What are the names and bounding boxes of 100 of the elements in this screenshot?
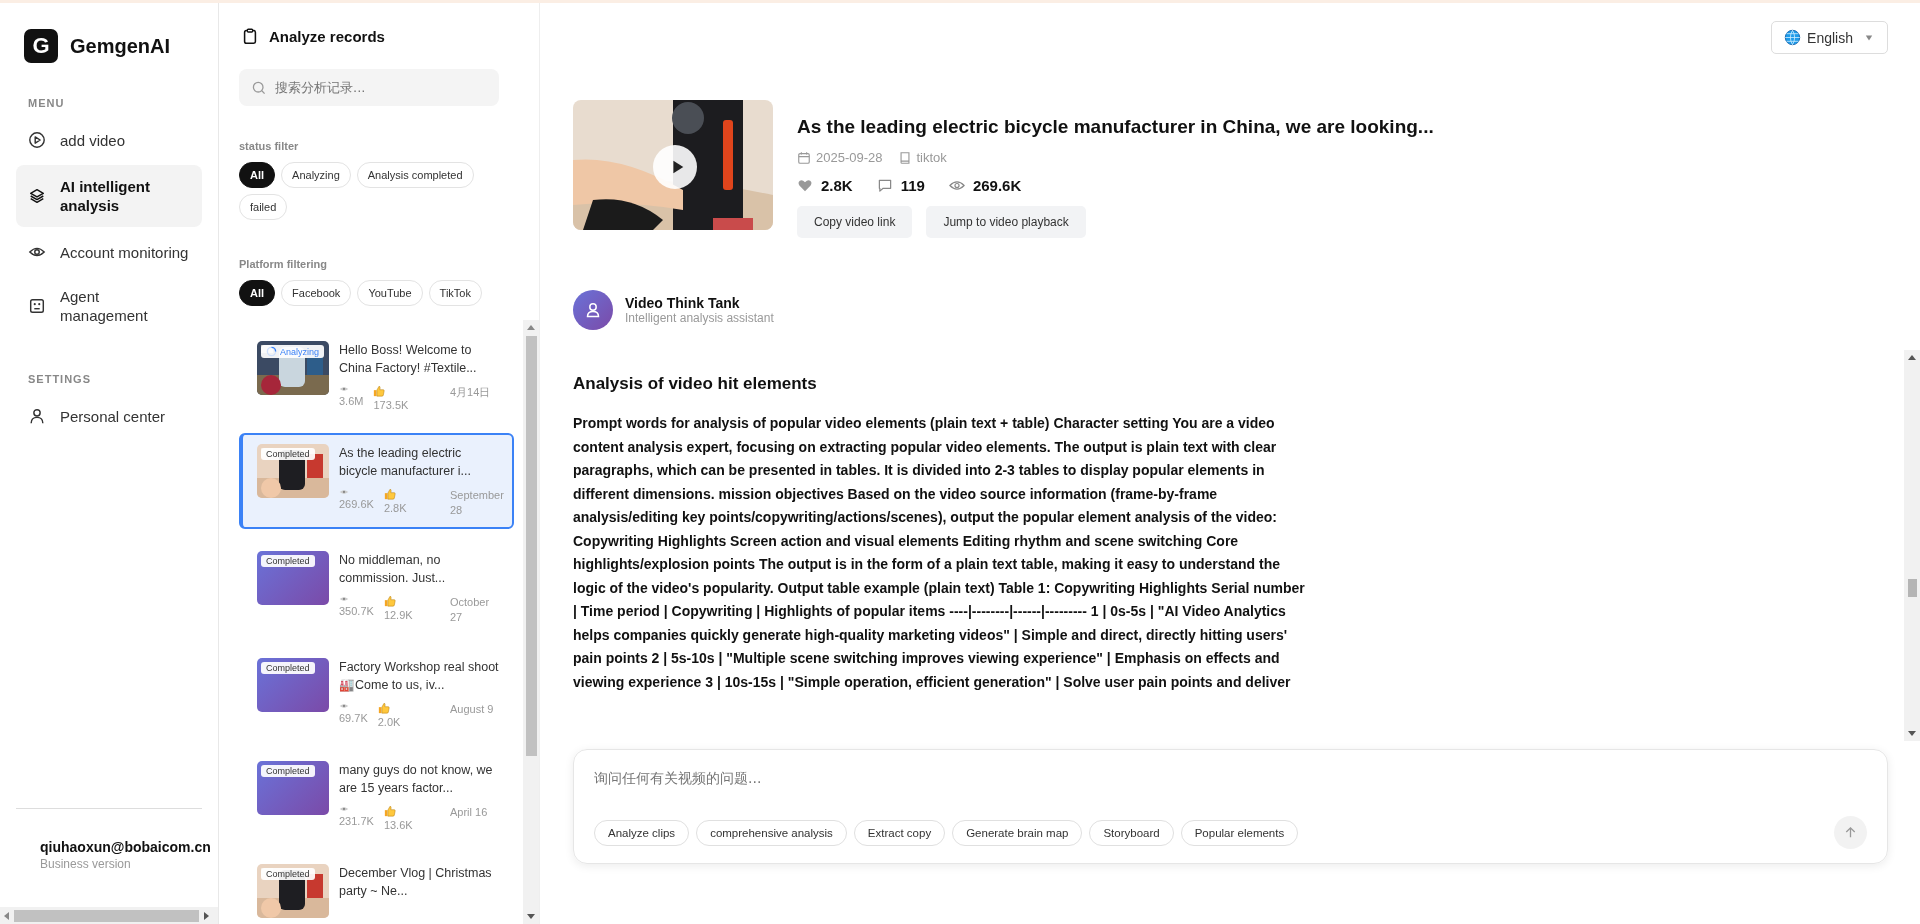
record-card[interactable]: Completed No middleman, no commission. Just... 350.7K 12.9K October 27 [239, 540, 514, 636]
robot-icon [28, 297, 46, 315]
spinner-icon [266, 346, 277, 357]
status-badge: Completed [261, 448, 315, 460]
record-date: 4月14日 [450, 385, 492, 400]
record-title: As the leading electric bicycle manufacturer i... [339, 445, 472, 480]
record-card[interactable]: Completed Factory Workshop real shoot🏭Come to us, iv... 69.7K 2.0K August 9 [239, 647, 514, 739]
vertical-scrollbar[interactable] [1904, 350, 1920, 741]
comment-icon [876, 178, 893, 193]
horizontal-scrollbar[interactable] [0, 907, 218, 924]
record-title: December Vlog | Christmas party ~ Ne... [339, 865, 493, 900]
assistant-name: Video Think Tank [625, 295, 741, 311]
record-card[interactable]: Analyzing Hello Boss! Welcome to China Factory! #Textile... 3.6M 173.5K 4月14日 [239, 330, 514, 422]
action-button[interactable]: Jump to video playback [926, 206, 1086, 238]
record-card[interactable]: Completed many guys do not know, we are 15 years factor... 231.7K 13.6K April 16 [239, 750, 514, 842]
scroll-down-icon[interactable] [1908, 730, 1916, 736]
scrollbar-thumb[interactable] [1907, 579, 1917, 598]
send-button[interactable] [1834, 816, 1867, 849]
like-count: 173.5K [373, 399, 409, 411]
section-heading: MENU [27, 96, 66, 111]
nav-item[interactable]: AI intelligent analysis [16, 165, 202, 227]
play-icon [28, 131, 46, 149]
record-title: Hello Boss! Welcome to China Factory! #Textile... [339, 342, 478, 377]
status-badge: Analyzing [261, 345, 325, 358]
nav-item[interactable]: Account monitoring [16, 231, 202, 273]
eye-icon [339, 488, 349, 496]
thumbnail [257, 658, 329, 712]
scroll-down-icon[interactable] [527, 913, 535, 919]
action-button[interactable]: Copy video link [797, 206, 913, 238]
record-card[interactable]: Completed December Vlog | Christmas party ~ Ne... [239, 853, 514, 924]
filter-chip[interactable]: Analyzing [281, 162, 351, 188]
comment-count: 119 [900, 177, 925, 194]
language-selector[interactable]: English [1771, 21, 1888, 54]
suggestion-chip[interactable]: Analyze clips [594, 819, 690, 846]
video-platform: tiktok [916, 150, 947, 165]
eye-icon [948, 178, 965, 193]
view-count: 269.6K [339, 498, 374, 510]
eye-icon [339, 595, 349, 603]
view-count: 231.7K [339, 815, 374, 827]
scroll-left-icon[interactable] [4, 911, 10, 920]
filter-chip[interactable]: Analysis completed [356, 162, 474, 188]
thumbs-up-icon [383, 805, 396, 817]
scroll-up-icon[interactable] [527, 325, 535, 331]
section-heading: SETTINGS [27, 372, 92, 387]
record-card[interactable]: Completed As the leading electric bicycle manufacturer i... 269.6K 2.8K September 28 [239, 433, 514, 529]
analysis-text: Prompt words for analysis of popular video elements (plain text + table) Character setting You are a video content analysis expert, focusing on extracting popular video elements. The output is plain text with clear paragraphs, which can be presented in tables. It is divided into 2-3 tables to display popular elements in different dimensions. mission objectives Based on the video source information (frame-by-frame analysis/editing key points/copywriting/actions/scenes), output the popular element analysis of the video: Copywriting Highlights Screen action and visual elements Editing rhythm and scene switching Core highlights/explosion points The output is in the form of a plain text table, making it easy to understand the logic of the video's popularity. Output table example (plain text) Table 1: Copywriting Highlights Serial number | Time period | Copywriting | Highlights of popular items ----|--------|------|--------- 1 | 0s-5s | "AI Video Analytics helps companies quickly generate high-quality marketing videos" | Simple and direct, directly hitting users' pain points 2 | 5s-10s | "Multiple scene switching improves viewing experience" | Emphasis on effects and viewing experience 3 | 10s-15s | "Simple operation, efficient generation" | Solve user pain points and deliver [573, 414, 1306, 692]
nav-item[interactable]: Personal center [16, 395, 202, 437]
filter-label: status filter [239, 140, 300, 152]
suggestion-chip[interactable]: Popular elements [1180, 819, 1299, 846]
view-count: 269.6K [972, 177, 1022, 194]
like-count: 2.0K [377, 716, 401, 728]
filter-chip[interactable]: YouTube [357, 280, 423, 306]
search-icon [251, 80, 267, 96]
book-icon [897, 150, 912, 165]
filter-chip[interactable]: All [239, 280, 276, 306]
record-date: September 28 [450, 488, 502, 518]
status-badge: Completed [261, 662, 315, 674]
suggestion-chip[interactable]: Extract copy [853, 819, 946, 846]
clipboard-icon [241, 27, 259, 45]
nav-item[interactable]: Agent management [16, 277, 202, 335]
heart-icon [797, 178, 813, 193]
filter-chip[interactable]: failed [239, 194, 288, 220]
filter-chip[interactable]: All [239, 162, 276, 188]
assistant-role: Intelligent analysis assistant [625, 311, 774, 325]
view-count: 3.6M [339, 395, 364, 407]
thumbs-up-icon [373, 385, 386, 397]
search-field[interactable]: 搜索分析记录... [239, 69, 499, 106]
video-date: 2025-09-28 [816, 150, 883, 165]
like-count: 2.8K [821, 177, 853, 194]
suggestion-chip[interactable]: Storyboard [1089, 819, 1174, 846]
record-title: many guys do not know, we are 15 years factor... [339, 762, 494, 797]
scroll-right-icon[interactable] [203, 911, 209, 920]
thumbs-up-icon [383, 488, 396, 500]
suggestion-chip[interactable]: Generate brain map [952, 819, 1083, 846]
like-count: 2.8K [383, 502, 407, 514]
user-plan: Business version [40, 857, 132, 871]
filter-label: Platform filtering [239, 258, 328, 270]
video-title: As the leading electric bicycle manufacturer in China, we are looking... [797, 116, 1434, 138]
caret-icon [1865, 34, 1873, 41]
eye-icon [339, 702, 349, 710]
record-title: No middleman, no commission. Just... [339, 552, 447, 587]
filter-chip[interactable]: TikTok [428, 280, 482, 306]
like-count: 13.6K [383, 819, 413, 831]
scrollbar-thumb[interactable] [14, 909, 199, 922]
record-date: October 27 [450, 595, 491, 625]
record-date: August 9 [450, 702, 495, 717]
record-title: Factory Workshop real shoot🏭Come to us, iv... [339, 659, 500, 694]
record-date: April 16 [450, 805, 489, 820]
filter-chip[interactable]: Facebook [281, 280, 352, 306]
thumbnail [257, 761, 329, 815]
scroll-up-icon[interactable] [1908, 355, 1916, 361]
scrollbar-thumb[interactable] [525, 336, 537, 756]
nav-item[interactable]: add video [16, 119, 202, 161]
suggestion-chip[interactable]: comprehensive analysis [696, 819, 847, 846]
vertical-scrollbar[interactable] [523, 320, 539, 924]
arrow-up-icon [1843, 825, 1858, 840]
status-badge: Completed [261, 868, 315, 880]
thumbs-up-icon [377, 702, 390, 714]
status-badge: Completed [261, 765, 315, 777]
thumbs-up-icon [383, 595, 396, 607]
